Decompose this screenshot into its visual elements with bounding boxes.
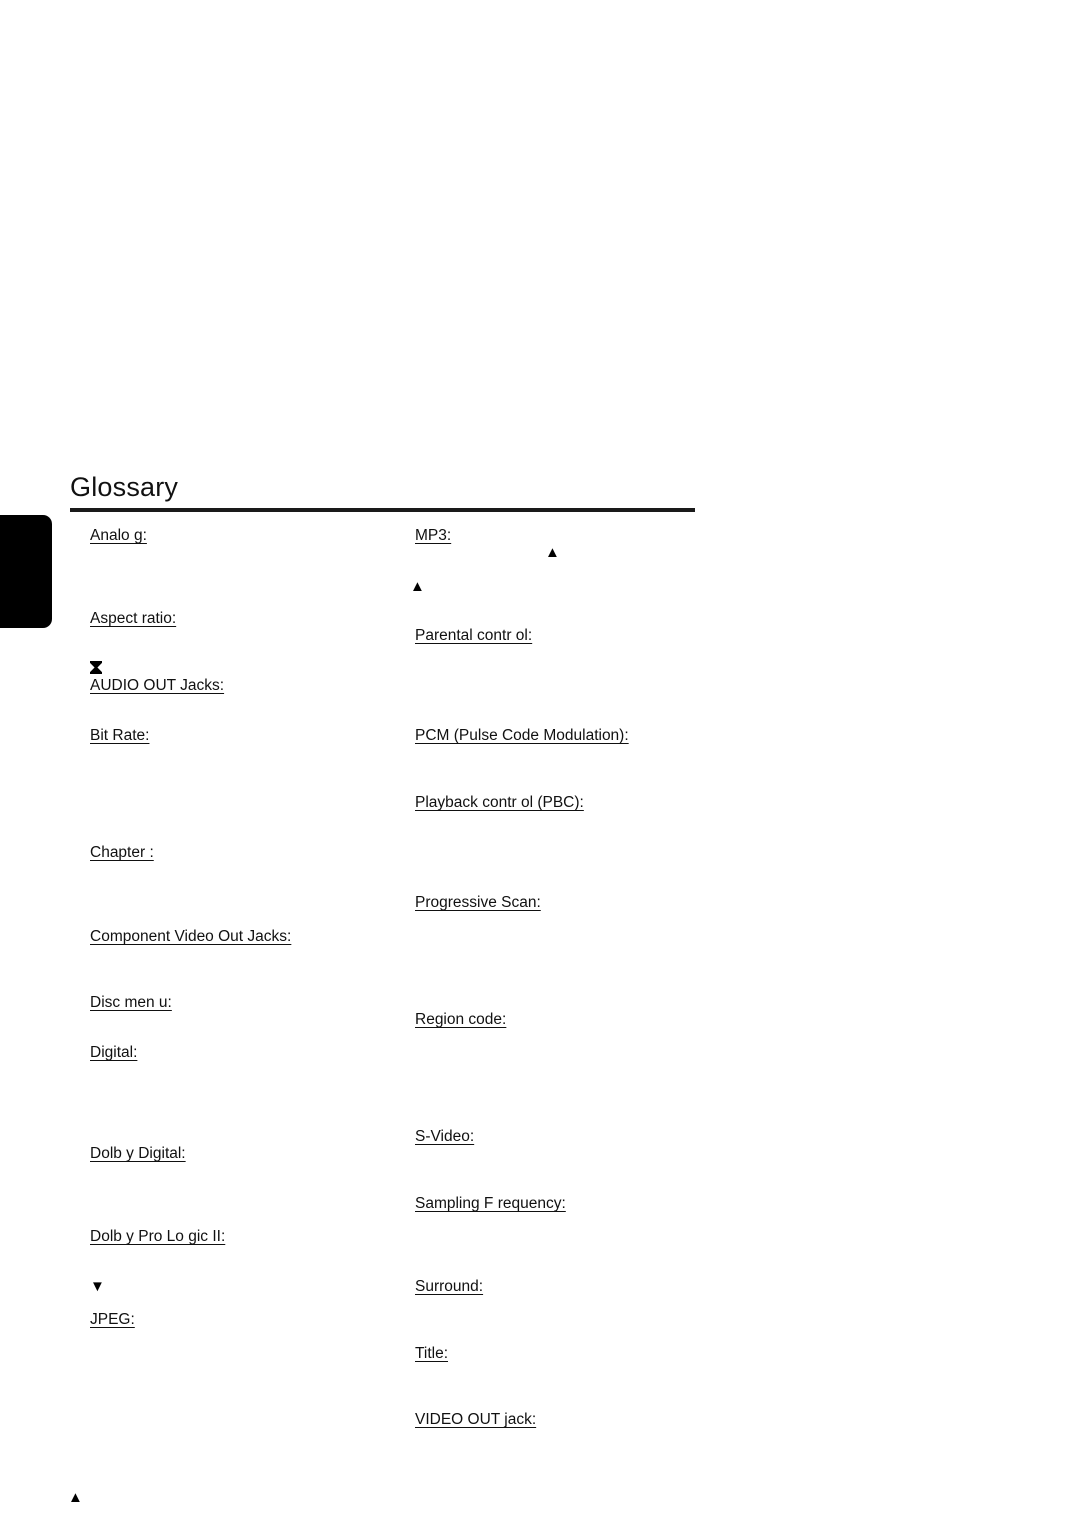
triangle-up-icon-mp3: [545, 545, 560, 560]
glossary-term-aspect-ratio: Aspect ratio:: [90, 610, 177, 627]
title-divider-rule: [70, 508, 695, 512]
triangle-up-icon-parental: [410, 579, 425, 594]
glossary-term-s-video: S-Video:: [415, 1128, 475, 1145]
glossary-term-analog: Analo g:: [90, 527, 147, 544]
bowtie-marker-icon: [90, 661, 102, 674]
glossary-page: Glossary Analo g: Aspect ratio: AUDIO OU…: [0, 0, 1080, 1528]
glossary-term-title: Title:: [415, 1345, 449, 1362]
glossary-term-video-out-jack: VIDEO OUT jack:: [415, 1411, 537, 1428]
page-title: Glossary: [70, 472, 179, 502]
glossary-term-dolby-pro-logic-ii: Dolb y Pro Lo gic II:: [90, 1228, 226, 1245]
glossary-term-progressive-scan: Progressive Scan:: [415, 894, 541, 911]
glossary-term-pcm: PCM (Pulse Code Modulation):: [415, 727, 629, 744]
glossary-term-component-video-out-jacks: Component Video Out Jacks:: [90, 928, 292, 945]
triangle-up-icon-footer: [68, 1490, 83, 1505]
glossary-term-jpeg: JPEG:: [90, 1311, 135, 1328]
glossary-term-parental-control: Parental contr ol:: [415, 627, 533, 644]
glossary-term-bit-rate: Bit Rate:: [90, 727, 150, 744]
glossary-term-surround: Surround:: [415, 1278, 484, 1295]
triangle-down-icon: [90, 1279, 105, 1294]
page-edge-index-tab: [0, 515, 52, 628]
glossary-term-audio-out-jacks: AUDIO OUT Jacks:: [90, 677, 225, 694]
glossary-term-mp3: MP3:: [415, 527, 452, 544]
glossary-term-sampling-frequency: Sampling F requency:: [415, 1195, 566, 1212]
glossary-term-chapter: Chapter :: [90, 844, 154, 861]
glossary-term-disc-menu: Disc men u:: [90, 994, 172, 1011]
glossary-term-dolby-digital: Dolb y Digital:: [90, 1145, 186, 1162]
glossary-term-digital: Digital:: [90, 1044, 138, 1061]
glossary-term-region-code: Region code:: [415, 1011, 507, 1028]
glossary-term-playback-control: Playback contr ol (PBC):: [415, 794, 584, 811]
